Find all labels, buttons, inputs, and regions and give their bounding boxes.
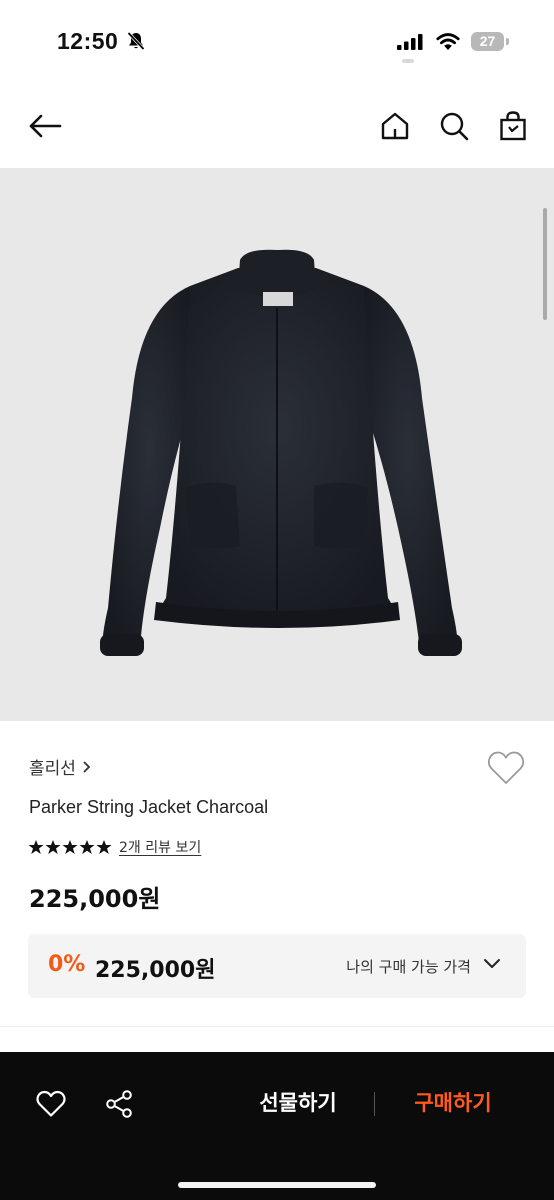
review-link[interactable]: 2개 리뷰 보기 — [119, 837, 201, 857]
brand-name: 홀리선 — [29, 759, 76, 779]
bottom-action-bar: 선물하기 구매하기 — [0, 1052, 554, 1200]
home-button[interactable] — [375, 106, 415, 146]
wifi-icon — [436, 33, 460, 50]
like-button[interactable] — [31, 1084, 71, 1124]
battery-level: 27 — [479, 33, 496, 49]
cart-button[interactable] — [493, 106, 533, 146]
buy-button[interactable]: 구매하기 — [393, 1082, 513, 1124]
heart-outline-icon[interactable] — [487, 750, 525, 786]
my-price-label: 나의 구매 가능 가격 — [346, 958, 471, 976]
button-separator — [374, 1092, 375, 1116]
rating-row: 2개 리뷰 보기 — [28, 837, 201, 857]
my-price-value: 225,000원 — [95, 958, 216, 983]
gift-button[interactable]: 선물하기 — [238, 1082, 358, 1124]
status-time: 12:50 — [57, 28, 119, 54]
product-price: 225,000원 — [29, 885, 161, 913]
share-button[interactable] — [99, 1084, 139, 1124]
nav-bar — [0, 98, 554, 158]
product-name: Parker String Jacket Charcoal — [29, 797, 269, 817]
home-icon — [381, 112, 409, 140]
jacket-photo — [100, 249, 462, 656]
home-indicator[interactable] — [178, 1182, 376, 1188]
battery-icon: 27 — [471, 32, 509, 51]
star-icon — [79, 840, 95, 854]
star-icon — [96, 840, 112, 854]
my-price-dropdown[interactable]: 0% 225,000원 나의 구매 가능 가격 — [28, 934, 526, 998]
product-image[interactable] — [0, 168, 554, 721]
status-bar: 12:50 27 — [0, 0, 554, 84]
chevron-right-icon — [83, 760, 91, 773]
back-arrow-icon — [29, 114, 62, 138]
battery-tip — [506, 38, 509, 45]
back-button[interactable] — [25, 106, 65, 146]
chevron-down-icon — [484, 959, 500, 968]
search-button[interactable] — [434, 106, 474, 146]
brand-link[interactable]: 홀리선 — [29, 754, 91, 779]
section-divider — [0, 1026, 554, 1027]
star-icon — [45, 840, 61, 854]
shopping-bag-icon — [500, 111, 526, 141]
star-icon — [28, 840, 44, 854]
bell-slash-icon — [127, 31, 145, 51]
image-scrollbar[interactable] — [543, 208, 547, 320]
heart-icon — [36, 1090, 66, 1117]
camera-indicator — [402, 59, 414, 63]
star-icon — [62, 840, 78, 854]
search-icon — [440, 112, 469, 141]
signal-icon — [397, 34, 423, 50]
discount-rate: 0% — [48, 952, 86, 977]
star-rating — [28, 839, 112, 855]
share-icon — [106, 1090, 132, 1118]
